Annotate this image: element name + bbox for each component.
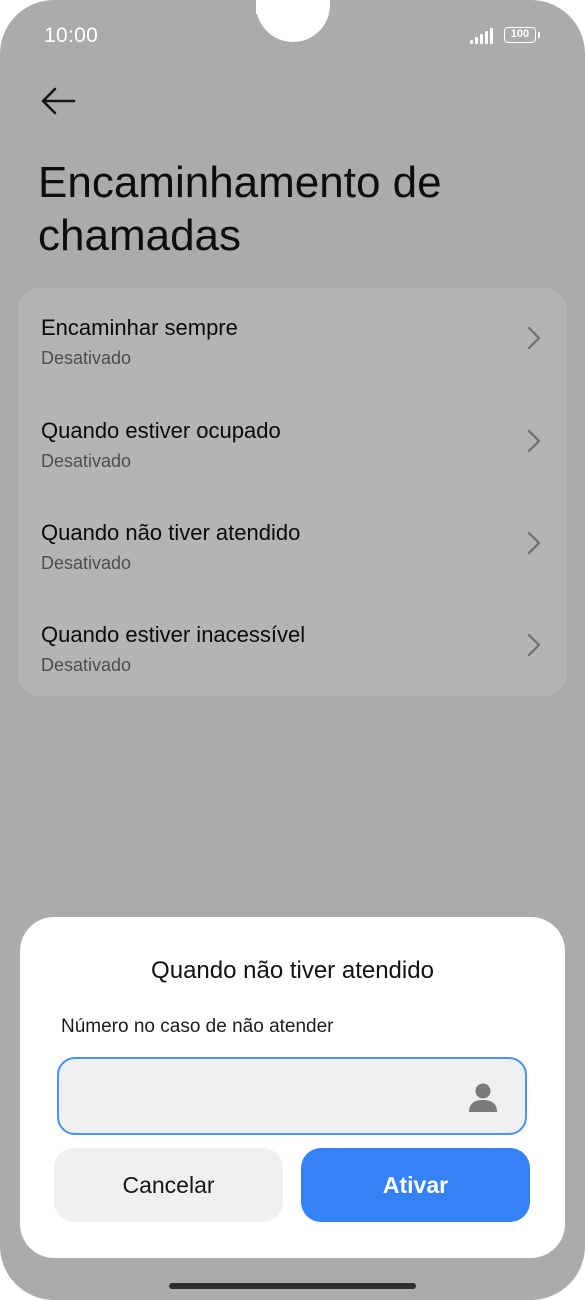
signal-icon: [470, 28, 496, 44]
option-label: Encaminhar sempre: [41, 315, 238, 340]
option-unanswered[interactable]: Quando não tiver atendido Desativado: [18, 493, 567, 595]
status-time: 10:00: [44, 24, 99, 47]
chevron-right-icon: [527, 429, 541, 453]
battery-icon: 100: [504, 27, 540, 43]
home-indicator[interactable]: [169, 1283, 416, 1289]
chevron-right-icon: [527, 326, 541, 350]
option-status: Desativado: [41, 451, 132, 471]
forwarding-dialog: Quando não tiver atendido Número no caso…: [20, 917, 565, 1258]
dialog-title: Quando não tiver atendido: [151, 957, 434, 984]
person-icon[interactable]: [466, 1080, 500, 1114]
option-label: Quando estiver inacessível: [41, 622, 306, 647]
arrow-left-icon[interactable]: [40, 86, 76, 116]
chevron-right-icon: [527, 531, 541, 555]
page-title: Encaminhamento de chamadas: [38, 158, 442, 260]
cancel-button[interactable]: Cancelar: [54, 1148, 283, 1222]
option-status: Desativado: [41, 655, 132, 675]
option-status: Desativado: [41, 348, 132, 368]
chevron-right-icon: [527, 633, 541, 657]
option-busy[interactable]: Quando estiver ocupado Desativado: [18, 391, 567, 493]
phone-screen: 10:00 100 Encaminhamento de chamadas Enc…: [0, 0, 585, 1300]
camera-notch: [256, 0, 330, 42]
option-label: Quando estiver ocupado: [41, 418, 281, 443]
option-always[interactable]: Encaminhar sempre Desativado: [18, 288, 567, 390]
number-field-label: Número no caso de não atender: [61, 1016, 334, 1037]
forward-number-input[interactable]: [57, 1057, 527, 1135]
option-status: Desativado: [41, 553, 132, 573]
activate-button[interactable]: Ativar: [301, 1148, 530, 1222]
option-label: Quando não tiver atendido: [41, 520, 301, 545]
forwarding-options-list: Encaminhar sempre Desativado Quando esti…: [18, 288, 567, 696]
option-unreachable[interactable]: Quando estiver inacessível Desativado: [18, 595, 567, 697]
